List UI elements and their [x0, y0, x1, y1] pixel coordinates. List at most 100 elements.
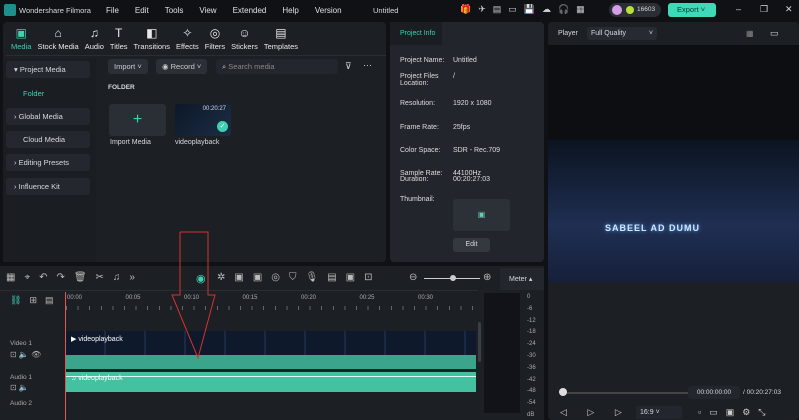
tab-label: Filters: [204, 42, 226, 51]
sidebar-item-influence-kit[interactable]: › Influence Kit: [6, 178, 90, 195]
menu-view[interactable]: View: [199, 6, 216, 15]
info-label: Color Space:: [400, 147, 441, 154]
sidebar-label: Editing Presets: [18, 158, 70, 167]
close-icon[interactable]: ✕: [785, 4, 793, 15]
filter-icon[interactable]: ⊽: [345, 61, 352, 72]
tab-audio[interactable]: ♫ Audio: [85, 26, 104, 51]
menu-help[interactable]: Help: [282, 6, 298, 15]
tab-transitions[interactable]: ◧ Transitions: [134, 26, 170, 51]
menu-edit[interactable]: Edit: [135, 6, 149, 15]
meter-scale-label: -54: [527, 400, 536, 407]
track-name-video-1: Video 1: [10, 340, 32, 347]
zoom-in-icon[interactable]: ⊕: [483, 272, 491, 283]
clip-duration: 00:20:27: [202, 106, 226, 112]
restore-icon[interactable]: ❐: [760, 4, 768, 15]
stock-icon: ⌂: [54, 26, 62, 40]
timeline-tools[interactable]: ✲▣▣◎⛉🎙▤▣⊡: [217, 272, 381, 283]
avatar[interactable]: [612, 5, 622, 15]
export-button[interactable]: Export ˅: [668, 3, 716, 17]
video-clip-audio[interactable]: [66, 355, 476, 369]
import-button[interactable]: Import ˅: [108, 59, 148, 74]
meter-scale-label: dB: [527, 412, 535, 418]
quality-value: Full Quality: [591, 30, 627, 37]
sidebar-item-folder[interactable]: Folder: [23, 89, 44, 98]
info-value: /: [453, 73, 455, 80]
preview-frame: [548, 140, 799, 282]
audio-clip[interactable]: ♫ videoplayback: [66, 372, 476, 392]
tab-stickers[interactable]: ☺ Stickers: [231, 26, 258, 51]
info-label: Project Files Location:: [400, 73, 439, 87]
export-label: Export: [677, 5, 699, 14]
app-name: Wondershare Filmora: [19, 6, 91, 15]
search-placeholder: Search media: [228, 62, 275, 71]
project-title: Untitled: [373, 6, 399, 15]
info-value: 25fps: [453, 124, 471, 131]
transition-icon: ◧: [146, 26, 158, 40]
template-icon: ▤: [275, 26, 287, 40]
sidebar-item-project-media[interactable]: ▾ Project Media: [6, 61, 90, 78]
video-preview[interactable]: SABEEL AD DUMU: [548, 45, 799, 282]
slider-handle[interactable]: [559, 388, 567, 396]
player-tools[interactable]: ▫▭▣⚙⤡: [698, 407, 773, 418]
sidebar-label: Cloud Media: [23, 135, 66, 144]
meter-toggle[interactable]: Meter ▴: [500, 268, 544, 290]
playhead[interactable]: [65, 292, 66, 420]
menu-bar: File Edit Tools View Extended Help Version: [106, 6, 358, 15]
quality-dropdown[interactable]: Full Quality ˅: [587, 27, 657, 40]
record-label: Record: [170, 62, 195, 71]
current-time[interactable]: 00:00:00:00: [688, 386, 740, 399]
track-controls[interactable]: ⊡ 🔈: [10, 383, 29, 392]
aspect-dropdown[interactable]: 16:9 ˅: [636, 406, 682, 419]
import-media-tile[interactable]: +: [109, 104, 166, 136]
zoom-out-icon[interactable]: ⊖: [409, 272, 417, 283]
video-clip-label: ▶ videoplayback: [71, 336, 123, 343]
waveform: [66, 376, 476, 377]
zoom-handle[interactable]: [450, 275, 456, 281]
timeline-scrollbar[interactable]: [478, 322, 481, 362]
folder-heading: FOLDER: [108, 84, 135, 91]
thumbnail-image[interactable]: ▣: [453, 199, 510, 231]
tab-effects[interactable]: ✧ Effects: [176, 26, 199, 51]
ruler-tick: 00:00: [67, 295, 83, 301]
overlay-text: SABEEL AD DUMU: [605, 223, 701, 233]
info-value: 1920 x 1080: [453, 100, 492, 107]
tab-media[interactable]: ▣ Media: [11, 26, 31, 51]
tab-project-info[interactable]: Project Info: [390, 22, 442, 45]
track-tools[interactable]: ⛓⊞▤: [10, 295, 61, 306]
playback-slider[interactable]: [563, 392, 695, 394]
total-time: / 00:20:27:03: [743, 389, 781, 396]
timeline-toolbar[interactable]: ▦⌖↶↷🗑✂♫»: [6, 272, 144, 283]
credits-badge[interactable]: 16603: [609, 3, 661, 17]
tab-titles[interactable]: T Titles: [110, 26, 128, 51]
video-clip[interactable]: ▶ videoplayback: [66, 331, 476, 355]
tab-stock-media[interactable]: ⌂ Stock Media: [37, 26, 78, 51]
ruler[interactable]: [66, 306, 476, 310]
more-icon[interactable]: ···: [363, 60, 372, 70]
menu-tools[interactable]: Tools: [165, 6, 184, 15]
tab-templates[interactable]: ▤ Templates: [264, 26, 298, 51]
import-label: Import: [114, 62, 136, 71]
search-input[interactable]: ⌕ Search media: [216, 59, 338, 74]
sidebar-item-cloud-media[interactable]: Cloud Media: [6, 131, 90, 148]
track-name-audio-2: Audio 2: [10, 400, 33, 407]
grid-icon[interactable]: ▦: [746, 29, 754, 38]
minimize-icon[interactable]: –: [736, 4, 741, 14]
menu-extended[interactable]: Extended: [233, 6, 267, 15]
record-button[interactable]: ◉ Record ˅: [156, 59, 208, 74]
edit-thumbnail-button[interactable]: Edit: [453, 238, 490, 252]
divider: [0, 290, 478, 291]
sidebar-item-global-media[interactable]: › Global Media: [6, 108, 90, 125]
track-controls[interactable]: ⊡ 🔈 👁: [10, 350, 41, 359]
screenshot-icon[interactable]: ▭: [770, 28, 779, 39]
sidebar-item-editing-presets[interactable]: › Editing Presets: [6, 154, 90, 171]
media-clip-thumbnail[interactable]: 00:20:27 ✓: [175, 104, 231, 136]
tab-label: Audio: [84, 42, 104, 51]
ruler-tick: 00:05: [125, 295, 141, 301]
meter-scale-label: -18: [527, 329, 536, 336]
clip-label: videoplayback: [78, 336, 123, 343]
menu-file[interactable]: File: [106, 6, 119, 15]
menu-version[interactable]: Version: [315, 6, 342, 15]
tab-filters[interactable]: ◎ Filters: [205, 26, 225, 51]
effects-icon: ✧: [182, 26, 193, 40]
toolbar-icons[interactable]: 🎁✈▤▭💾☁🎧▦: [460, 4, 592, 15]
